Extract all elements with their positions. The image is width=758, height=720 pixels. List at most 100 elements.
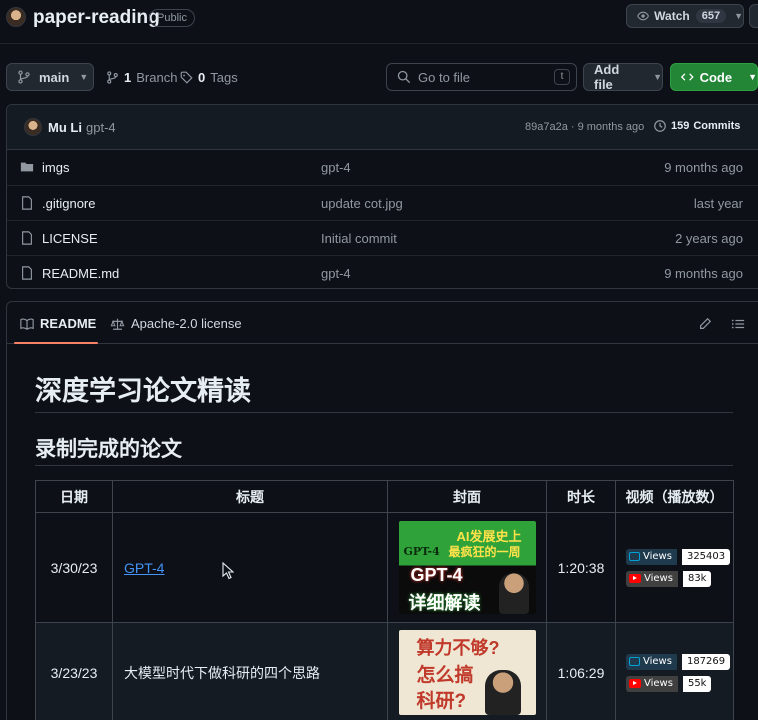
code-label: Code <box>699 69 733 85</box>
commits-count: 159 <box>671 120 690 132</box>
file-icon <box>22 231 32 245</box>
bilibili-icon <box>629 657 640 666</box>
view-badges: Views 325403 Views 83k <box>616 548 733 587</box>
branch-count: 1 <box>124 70 132 85</box>
subtitle-divider <box>35 465 733 466</box>
author-avatar[interactable] <box>24 118 42 136</box>
video-duration: 1:06:29 <box>546 622 616 720</box>
file-commit-message[interactable]: gpt-4 <box>321 160 351 175</box>
badge-label: Views <box>644 573 673 584</box>
search-placeholder: Go to file <box>418 69 471 85</box>
badge-count: 325403 <box>681 548 731 565</box>
file-browser: Mu Li gpt-4 89a7a2a · 9 months ago 159 C… <box>6 104 758 289</box>
branch-icon <box>107 71 118 84</box>
paper-title-link[interactable]: GPT-4 <box>124 560 164 576</box>
cover-text: 详细解读 <box>408 593 481 613</box>
file-row[interactable]: LICENSE Initial commit 2 years ago <box>7 220 758 255</box>
branch-selector[interactable]: main ▼ <box>6 63 94 91</box>
column-header: 标题 <box>112 480 388 513</box>
youtube-icon <box>629 679 641 688</box>
table-row: 3/30/23 GPT-4 GPT-4 AI发展史上 最疯狂的一周 GPT-4 … <box>35 512 734 623</box>
youtube-icon <box>629 574 641 583</box>
fork-button[interactable] <box>749 4 758 28</box>
badge-count: 83k <box>682 570 712 587</box>
file-name[interactable]: imgs <box>42 160 69 175</box>
owner-avatar[interactable] <box>6 7 26 27</box>
search-icon <box>397 70 411 84</box>
cover-text: 怎么搞 <box>416 665 474 686</box>
file-name[interactable]: LICENSE <box>42 231 98 246</box>
column-header: 时长 <box>546 480 616 513</box>
branch-name: main <box>39 69 70 85</box>
bilibili-views-badge[interactable]: Views 325403 <box>626 548 733 565</box>
video-cover[interactable]: GPT-4 AI发展史上 最疯狂的一周 GPT-4 详细解读 <box>398 521 536 614</box>
commit-message[interactable]: gpt-4 <box>86 120 116 135</box>
file-date: 9 months ago <box>664 160 743 175</box>
book-icon <box>20 317 34 330</box>
presenter-image <box>484 670 521 715</box>
latest-commit-bar: Mu Li gpt-4 89a7a2a · 9 months ago 159 C… <box>7 105 758 150</box>
add-file-label: Add file <box>594 62 620 92</box>
file-name[interactable]: README.md <box>42 266 119 281</box>
video-cover[interactable]: 算力不够? 怎么搞 科研? <box>398 630 536 715</box>
file-date: 2 years ago <box>675 231 743 246</box>
add-file-button[interactable]: Add file ▼ <box>583 62 663 92</box>
readme-panel: README Apache-2.0 license 深度学习论文精读 录制完成的… <box>6 301 758 720</box>
scale-icon <box>110 318 125 330</box>
readme-subtitle: 录制完成的论文 <box>35 438 182 461</box>
readme-title: 深度学习论文精读 <box>35 376 251 406</box>
watch-count: 657 <box>695 9 727 23</box>
bilibili-views-badge[interactable]: Views 187269 <box>626 653 733 670</box>
file-commit-message[interactable]: gpt-4 <box>321 266 351 281</box>
tab-readme[interactable]: README <box>20 316 96 331</box>
column-header: 日期 <box>35 480 113 513</box>
commit-author[interactable]: Mu Li <box>48 120 82 135</box>
file-commit-message[interactable]: update cot.jpg <box>321 196 403 211</box>
branches-link[interactable]: 1 Branch <box>106 70 177 85</box>
header-divider <box>0 43 758 44</box>
file-date: 9 months ago <box>664 266 743 281</box>
file-commit-message[interactable]: Initial commit <box>321 231 397 246</box>
file-row[interactable]: imgs gpt-4 9 months ago <box>7 150 758 185</box>
presenter-image <box>498 573 529 614</box>
tab-license[interactable]: Apache-2.0 license <box>110 316 242 331</box>
badge-label: Views <box>643 551 672 562</box>
table-row: 3/23/23 大模型时代下做科研的四个思路 算力不够? 怎么搞 科研? 1:0… <box>35 622 734 720</box>
column-header: 封面 <box>387 480 547 513</box>
eye-icon <box>637 11 649 21</box>
tag-count: 0 <box>198 70 206 85</box>
file-date: last year <box>693 196 743 211</box>
watch-label: Watch <box>654 9 690 23</box>
visibility-badge: Public <box>149 9 195 27</box>
file-row[interactable]: README.md gpt-4 9 months ago <box>7 255 758 288</box>
watch-button[interactable]: Watch 657 ▼ <box>626 4 744 28</box>
chevron-down-icon: ▼ <box>79 72 89 82</box>
repo-name[interactable]: paper-reading <box>33 7 160 29</box>
chevron-down-icon: ▼ <box>653 72 662 82</box>
commits-link[interactable]: 159 Commits <box>653 119 740 133</box>
cover-text: GPT-4 <box>403 545 440 558</box>
code-button[interactable]: Code ▼ <box>670 63 758 91</box>
chevron-down-icon: ▼ <box>748 72 757 82</box>
papers-table: 日期 标题 封面 时长 视频（播放数） 3/30/23 GPT-4 GPT-4 … <box>35 480 734 720</box>
cover-text: GPT-4 <box>410 565 463 585</box>
file-icon <box>22 266 32 280</box>
go-to-file-input[interactable]: Go to file t <box>386 63 577 91</box>
active-tab-indicator <box>14 342 98 344</box>
tab-license-label: Apache-2.0 license <box>131 316 242 331</box>
paper-date: 3/23/23 <box>35 622 113 720</box>
tags-link[interactable]: 0 Tags <box>180 70 238 85</box>
file-icon <box>22 196 32 210</box>
file-row[interactable]: .gitignore update cot.jpg last year <box>7 185 758 220</box>
commit-hash-time[interactable]: 89a7a2a · 9 months ago <box>525 121 644 133</box>
readme-tabbar: README Apache-2.0 license <box>7 302 758 344</box>
youtube-views-badge[interactable]: Views 83k <box>626 570 733 587</box>
outline-list-icon[interactable] <box>731 317 745 331</box>
cover-text: 最疯狂的一周 <box>448 545 521 559</box>
paper-date: 3/30/23 <box>35 512 113 623</box>
chevron-down-icon[interactable]: ▼ <box>734 11 743 21</box>
youtube-views-badge[interactable]: Views 55k <box>626 675 733 692</box>
branch-icon <box>18 70 30 84</box>
pencil-icon[interactable] <box>698 317 712 331</box>
file-name[interactable]: .gitignore <box>42 196 95 211</box>
